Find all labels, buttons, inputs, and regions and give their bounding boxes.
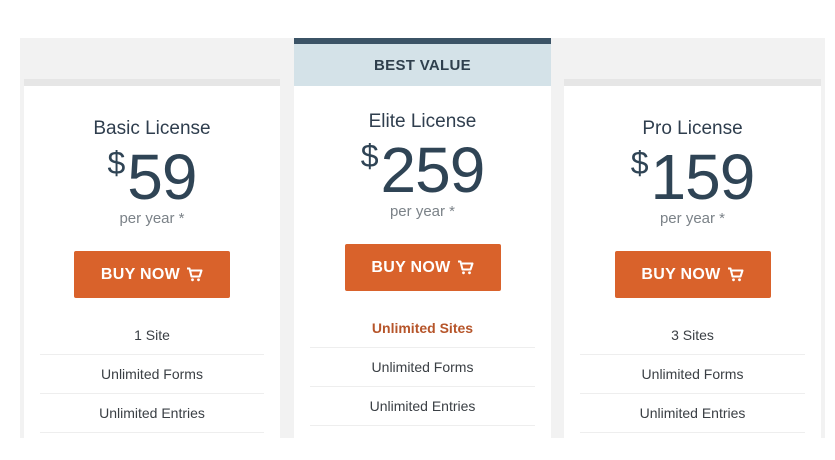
currency-symbol: $	[630, 145, 649, 181]
plan-title: Elite License	[368, 111, 477, 132]
buy-now-label: BUY NOW	[100, 265, 181, 283]
currency-symbol: $	[360, 138, 379, 174]
plan-title: Basic License	[93, 118, 211, 139]
plan-price: $ 159	[564, 145, 821, 209]
feature-item: Unlimited Forms	[40, 355, 264, 394]
buy-now-button-basic[interactable]: BUY NOW	[74, 251, 230, 298]
plan-card-basic: Basic License $ 59 per year * BUY NOW 1 …	[24, 79, 280, 438]
plan-card-elite: BEST VALUE Elite License $ 259 per year …	[294, 38, 551, 438]
feature-list: Unlimited Sites Unlimited Forms Unlimite…	[294, 309, 551, 426]
feature-item: Unlimited Entries	[310, 387, 535, 426]
currency-symbol: $	[107, 145, 126, 181]
pricing-table: Basic License $ 59 per year * BUY NOW 1 …	[20, 38, 825, 438]
price-amount: 259	[380, 134, 486, 206]
best-value-badge: BEST VALUE	[294, 38, 551, 86]
billing-period: per year *	[389, 203, 456, 220]
feature-item: 3 Sites	[580, 316, 805, 355]
plan-title: Pro License	[642, 118, 743, 139]
cart-icon	[187, 267, 203, 282]
billing-period: per year *	[119, 210, 185, 227]
plan-price: $ 59	[24, 145, 280, 209]
feature-item: Unlimited Entries	[40, 394, 264, 433]
feature-list: 3 Sites Unlimited Forms Unlimited Entrie…	[564, 316, 821, 433]
feature-item: 1 Site	[40, 316, 264, 355]
plan-card-pro: Pro License $ 159 per year * BUY NOW 3 S…	[564, 79, 821, 438]
cart-icon	[727, 267, 744, 282]
plan-price: $ 259	[294, 138, 551, 202]
feature-item: Unlimited Forms	[580, 355, 805, 394]
buy-now-button-elite[interactable]: BUY NOW	[344, 244, 501, 291]
buy-now-label: BUY NOW	[641, 265, 721, 283]
feature-list: 1 Site Unlimited Forms Unlimited Entries	[24, 316, 280, 433]
feature-item-highlight: Unlimited Sites	[310, 309, 535, 348]
price-amount: 59	[127, 141, 197, 213]
billing-period: per year *	[659, 210, 726, 227]
feature-item: Unlimited Forms	[310, 348, 535, 387]
buy-now-button-pro[interactable]: BUY NOW	[614, 251, 771, 298]
cart-icon	[457, 260, 474, 275]
feature-item: Unlimited Entries	[580, 394, 805, 433]
price-amount: 159	[650, 141, 756, 213]
buy-now-label: BUY NOW	[371, 258, 451, 276]
